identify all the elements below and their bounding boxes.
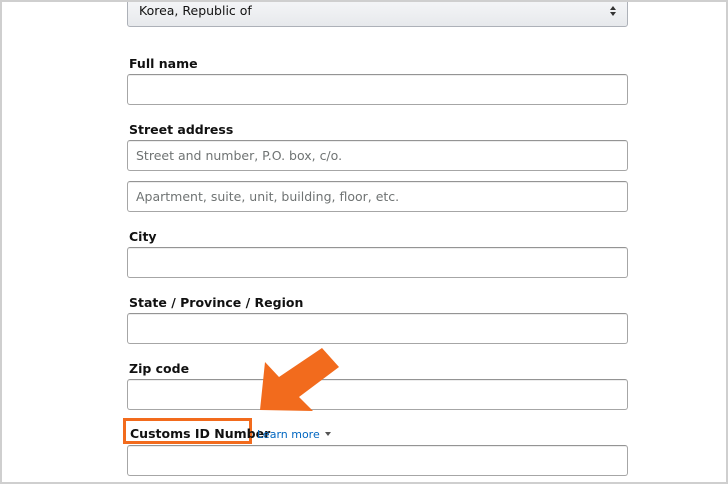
learn-more-text: Learn more xyxy=(257,428,320,441)
city-input[interactable] xyxy=(127,247,628,278)
street-address-label: Street address xyxy=(129,122,234,137)
state-input[interactable] xyxy=(127,313,628,344)
address-form-frame: Korea, Republic of Full name Street addr… xyxy=(0,0,728,484)
zip-code-label: Zip code xyxy=(129,361,190,376)
street-address-line2-input[interactable] xyxy=(127,181,628,212)
street-address-line1-input[interactable] xyxy=(127,140,628,171)
country-select-value: Korea, Republic of xyxy=(139,3,252,18)
state-label: State / Province / Region xyxy=(129,295,304,310)
customs-id-input[interactable] xyxy=(127,445,628,476)
full-name-label: Full name xyxy=(129,56,198,71)
learn-more-link[interactable]: Learn more xyxy=(257,428,331,441)
full-name-input[interactable] xyxy=(127,74,628,105)
city-label: City xyxy=(129,229,157,244)
caret-down-icon xyxy=(324,431,331,436)
customs-id-label: Customs ID Number xyxy=(130,426,271,441)
updown-arrows-icon xyxy=(609,6,617,18)
zip-code-input[interactable] xyxy=(127,379,628,410)
country-select[interactable]: Korea, Republic of xyxy=(127,2,628,27)
